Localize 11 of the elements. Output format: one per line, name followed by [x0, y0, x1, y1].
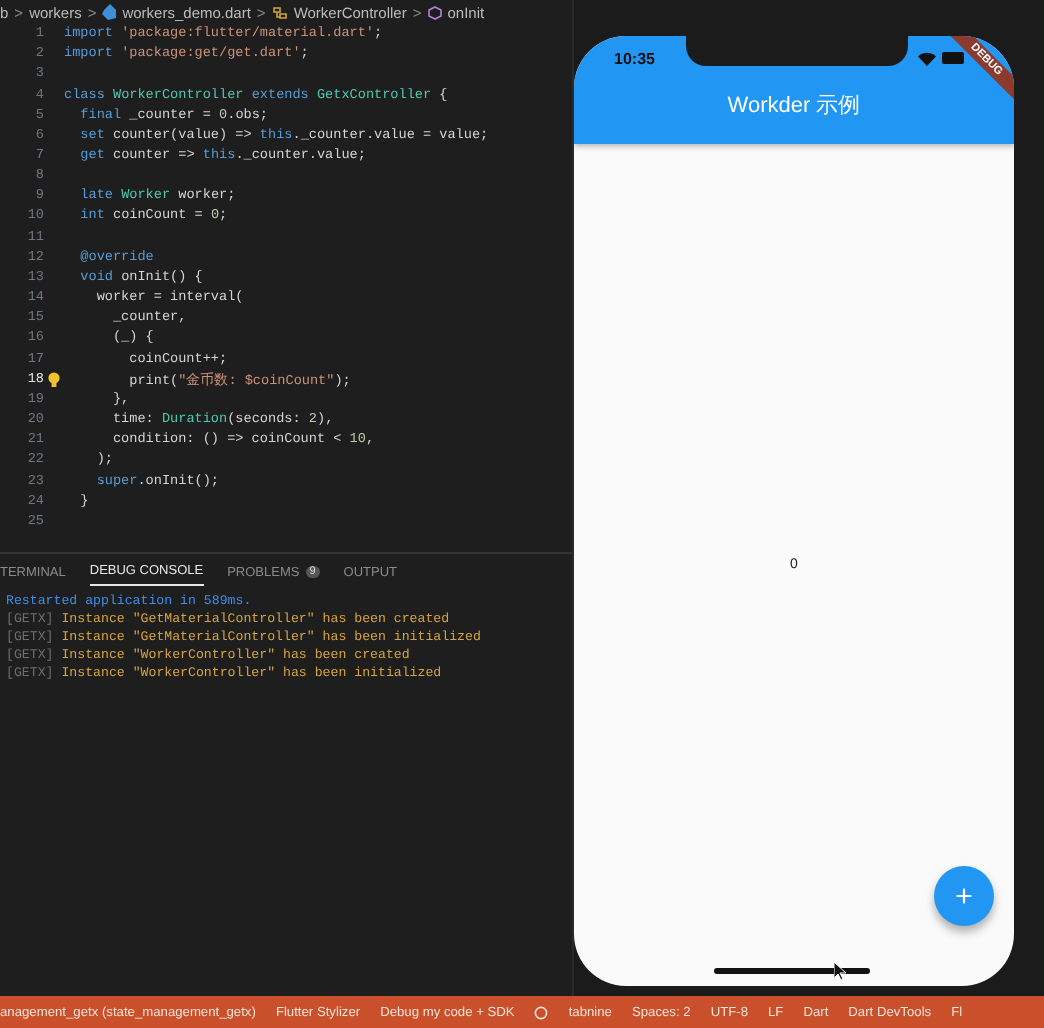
battery-icon [942, 52, 966, 64]
lightbulb-icon[interactable] [48, 371, 60, 388]
status-time: 10:35 [614, 49, 655, 67]
add-button[interactable]: + [934, 866, 994, 926]
class-symbol-icon [271, 5, 288, 19]
wifi-icon [918, 51, 936, 65]
tabnine-status-icon [534, 1005, 549, 1019]
method-symbol-icon [427, 5, 442, 19]
app-bar-title: Workder 示例 [725, 92, 863, 120]
dart-file-icon [102, 4, 117, 20]
mouse-cursor-icon [834, 962, 846, 980]
